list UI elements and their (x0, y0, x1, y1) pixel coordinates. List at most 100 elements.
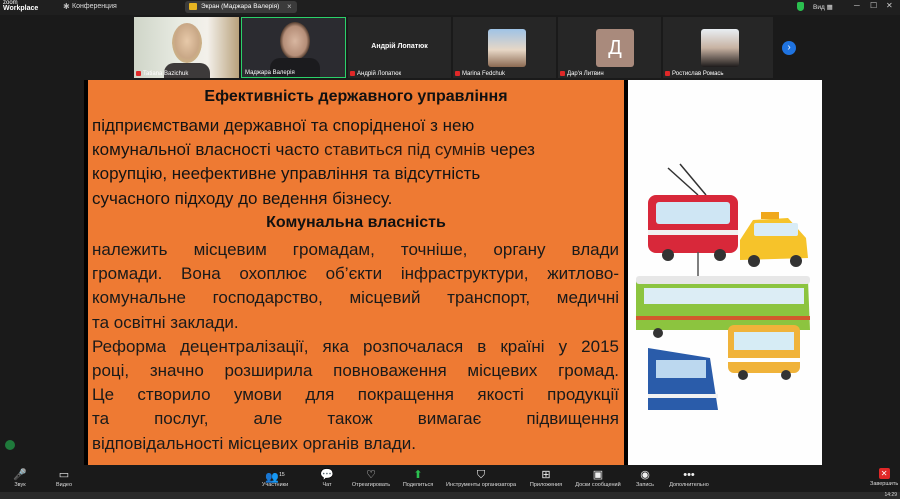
participant-name: Маджара Валерія (245, 70, 295, 76)
slide-line: підприємствами державної та спорідненої … (92, 116, 475, 135)
participant-tile-6[interactable]: Ростислав Ромась (663, 17, 773, 78)
metro-icon (648, 348, 718, 410)
share-button[interactable]: ⬆ Поделиться (400, 468, 436, 488)
participant-tile-1[interactable]: Tatiana Bazichuk (134, 17, 239, 78)
slide-line: Реформа децентралізації, яка розпочалася… (92, 336, 619, 356)
avatar (488, 29, 526, 67)
participants-icon: 👥15 (265, 471, 285, 484)
taxi-icon (740, 212, 808, 267)
apps-icon: ⊞ (541, 469, 551, 481)
slide-line: сучасного підходу до ведення бізнесу. (92, 188, 393, 208)
minimize-icon[interactable]: ─ (854, 1, 860, 10)
slide-line: через (485, 140, 535, 160)
participant-name: Дар'я Литвин (567, 71, 604, 77)
transport-svg (636, 163, 810, 410)
slide-line: та освітні заклади. (92, 312, 239, 332)
screen-share-icon (189, 3, 197, 10)
close-icon: ✕ (878, 468, 890, 479)
slide-line: комунальної власності часто (92, 140, 325, 160)
end-label: Завершить (870, 481, 899, 487)
whiteboard-button[interactable]: ▣ Доски сообщений (572, 468, 624, 488)
tool-label: Инструменты организатора (445, 482, 517, 488)
slide-text-panel: Ефективність державного управління підпр… (88, 80, 624, 465)
more-icon: ••• (683, 469, 695, 481)
participant-name: Ростислав Ромась (672, 71, 724, 77)
participant-tile-3[interactable]: Андрій Лопатюк Андрій Лопатюк (348, 17, 451, 78)
screen-share-label: Экран (Маджара Валерія) (201, 3, 280, 10)
tool-label: Дополнительно (669, 482, 709, 488)
os-taskbar: 14:29 (0, 492, 900, 499)
slide-line: належить місцевим громадам, точніше, орг… (92, 240, 619, 259)
whiteboard-icon: ▣ (592, 469, 604, 481)
participants-button[interactable]: 👥15 Участники (255, 468, 295, 488)
react-button[interactable]: ♡ Отреагировать (348, 468, 394, 488)
slide-heading-1: Ефективність державного управління (204, 88, 508, 105)
slide-paragraph-2: належить місцевим громадам, точніше, орг… (92, 238, 619, 456)
shield-icon[interactable] (797, 2, 804, 11)
chat-icon: 💬 (320, 469, 334, 481)
view-label: Вид (813, 4, 825, 11)
apps-button[interactable]: ⊞ Приложения (526, 468, 566, 488)
mic-muted-icon: 🎤 (13, 469, 27, 481)
close-icon[interactable]: × (287, 2, 292, 11)
participant-display-name: Андрій Лопатюк (371, 43, 428, 50)
bus-icon (728, 325, 800, 380)
tool-label: Отреагировать (351, 482, 391, 488)
status-dot-icon (5, 440, 15, 450)
chat-button[interactable]: 💬 Чат (315, 468, 339, 488)
record-button[interactable]: ◉ Запись (632, 468, 658, 488)
participant-video (280, 22, 310, 60)
participant-name: Marina Fedchuk (462, 71, 506, 77)
next-page-icon[interactable]: › (782, 41, 796, 55)
tool-label: Чат (322, 482, 332, 488)
slide-line: та послуг, але також вимагає підвищення (92, 409, 619, 429)
slide-paragraph-1: підприємствами державної та спорідненої … (92, 114, 535, 211)
conference-menu[interactable]: Конференция (72, 3, 117, 10)
view-menu[interactable]: Вид ▦ (813, 3, 833, 11)
tool-label: Звук (14, 482, 26, 488)
slide-line: комунальне господарство, місцевий трансп… (92, 288, 619, 308)
slide-line: році, значно розширила повноваження місц… (92, 361, 619, 381)
record-icon: ◉ (640, 469, 650, 481)
participant-tile-5[interactable]: Д Дар'я Литвин (558, 17, 661, 78)
title-bar: zoom Workplace ✱ Конференция Экран (Мадж… (0, 0, 900, 15)
slide-line: громади. Вона охоплює об’єкти інфраструк… (92, 264, 619, 284)
zoom-logo: zoom Workplace (3, 0, 38, 12)
participant-name: Андрій Лопатюк (357, 71, 402, 77)
tool-label: Поделиться (402, 482, 434, 488)
participant-tile-4[interactable]: Marina Fedchuk (453, 17, 556, 78)
maximize-icon[interactable]: ☐ (870, 1, 877, 10)
paw-icon: ✱ (63, 2, 70, 11)
transport-illustration (628, 80, 822, 465)
tool-label: Участники (261, 482, 289, 488)
slide-heading-2: Комунальна власність (266, 214, 446, 231)
avatar (701, 29, 739, 67)
close-window-icon[interactable]: ✕ (886, 1, 893, 10)
participant-video (172, 23, 202, 63)
share-icon: ⬆ (413, 469, 423, 481)
avatar: Д (596, 29, 634, 67)
video-icon: ▭ (58, 469, 70, 481)
participant-name: Tatiana Bazichuk (143, 71, 189, 77)
react-icon: ♡ (366, 469, 376, 481)
video-button[interactable]: ▭ Видео (50, 468, 78, 488)
slide-highlight: ставиться під сумнів (324, 140, 486, 160)
screen-share-pill[interactable]: Экран (Маджара Валерія) × (185, 1, 297, 13)
tool-label: Видео (55, 482, 73, 488)
end-meeting-button[interactable]: ✕ Завершить (870, 468, 898, 487)
tool-label: Приложения (529, 482, 563, 488)
more-button[interactable]: ••• Дополнительно (664, 468, 714, 488)
host-tools-icon: ⛉ (476, 469, 486, 481)
audio-button[interactable]: 🎤 Звук (6, 468, 34, 488)
tool-label: Запись (635, 482, 655, 488)
slide-line: відповідальності місцевих органів влади. (92, 433, 416, 453)
brand-bottom: Workplace (3, 5, 39, 12)
participant-tile-2[interactable]: Маджара Валерія (241, 17, 346, 78)
participant-count: 15 (279, 472, 285, 478)
tool-label: Доски сообщений (575, 482, 621, 488)
taskbar-clock: 14:29 (884, 492, 897, 498)
trolleybus-icon (648, 163, 738, 261)
slide-line: корупцію, неефективне управління та відс… (92, 164, 481, 184)
slide-line: Це створило умови для покращення якості … (92, 385, 619, 405)
host-tools-button[interactable]: ⛉ Инструменты организатора (440, 468, 522, 488)
